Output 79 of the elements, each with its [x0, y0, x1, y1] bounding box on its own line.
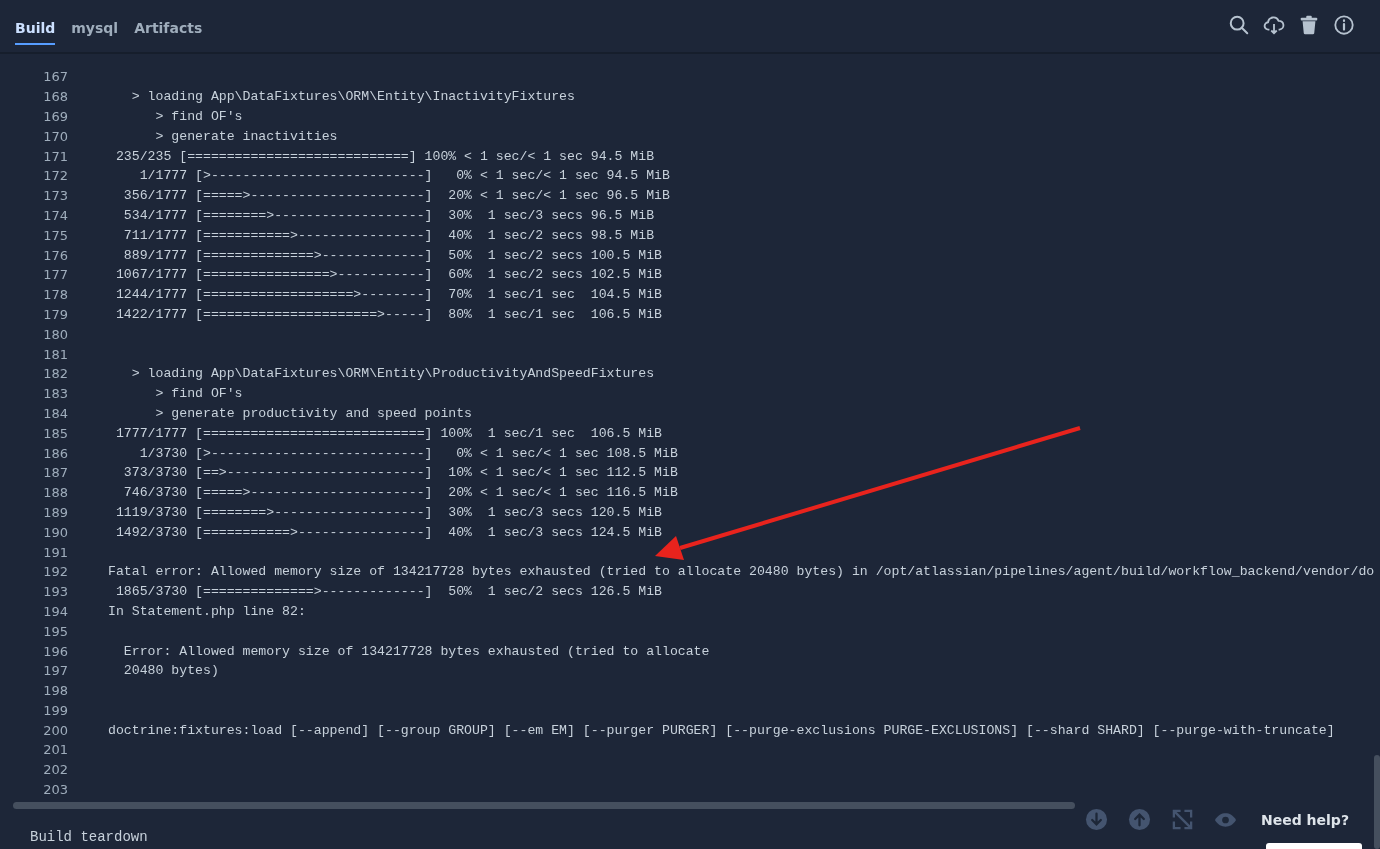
log-text: In Statement.php line 82: [108, 603, 306, 619]
vertical-scrollbar[interactable] [1374, 755, 1380, 849]
line-number: 194 [42, 603, 68, 619]
cloud-download-icon[interactable] [1263, 14, 1285, 36]
log-text: 1865/3730 [==============>-------------] 50% 1 sec/2 secs 126.5 MiB [114, 584, 662, 600]
line-number: 181 [42, 346, 68, 362]
log-text: 1/1777 [>---------------------------] 0% < 1 sec/< 1 sec 94.5 MiB [138, 168, 670, 184]
log-text: > loading App\DataFixtures\ORM\Entity\InactivityFixtures [130, 89, 575, 105]
log-text: 711/1777 [===========>----------------] 40% 1 sec/2 secs 98.5 MiB [122, 227, 655, 243]
line-number: 173 [42, 188, 68, 204]
log-text: > find OF's [154, 386, 243, 402]
line-number: 193 [42, 584, 68, 600]
line-number: 184 [42, 405, 68, 421]
horizontal-scrollbar[interactable] [13, 802, 1075, 809]
log-text: 1244/1777 [===================>--------] 70% 1 sec/1 sec 104.5 MiB [114, 287, 662, 303]
line-number: 198 [42, 683, 68, 699]
line-number: 175 [42, 227, 68, 243]
scroll-up-icon[interactable] [1128, 808, 1151, 831]
log-text: Error: Allowed memory size of 134217728 bytes exhausted (tried to allocate [122, 643, 710, 659]
log-text: 356/1777 [=====>----------------------] 20% < 1 sec/< 1 sec 96.5 MiB [122, 188, 670, 204]
line-number: 167 [42, 69, 68, 85]
line-number: 188 [42, 485, 68, 501]
line-number: 182 [42, 366, 68, 382]
log-text: > find OF's [154, 109, 243, 124]
line-number: 179 [42, 306, 68, 322]
log-text: 534/1777 [========>-------------------] 30% 1 sec/3 secs 96.5 MiB [122, 207, 655, 223]
log-text: 889/1777 [==============>-------------] 50% 1 sec/2 secs 100.5 MiB [122, 247, 662, 263]
log-text: > generate inactivities [154, 128, 338, 144]
line-number: 195 [42, 623, 68, 639]
log-text: 1422/1777 [======================>-----] 80% 1 sec/1 sec 106.5 MiB [114, 306, 662, 322]
eye-icon[interactable] [1214, 811, 1237, 828]
search-icon[interactable] [1228, 14, 1250, 36]
tab[interactable]: mysql [71, 0, 119, 45]
line-number: 191 [42, 544, 68, 560]
tab[interactable]: Artifacts [134, 0, 203, 45]
line-number: 190 [42, 524, 68, 540]
line-number: 186 [42, 445, 68, 461]
line-number: 174 [42, 207, 68, 223]
line-number: 189 [42, 504, 68, 520]
line-number: 187 [42, 465, 68, 481]
line-number: 171 [42, 148, 68, 164]
line-number: 170 [42, 128, 68, 144]
log-text: 1119/3730 [========>-------------------] 30% 1 sec/3 secs 120.5 MiB [114, 504, 662, 520]
log-text: 373/3730 [==>-------------------------] 10% < 1 sec/< 1 sec 112.5 MiB [122, 465, 678, 481]
log-text: 1067/1777 [================>-----------] 60% 1 sec/2 secs 102.5 MiB [114, 267, 662, 283]
line-number: 172 [42, 168, 68, 184]
log-text: Fatal error: Allowed memory size of 134217728 bytes exhausted (tried to allocate 20480 bytes) in /opt/atlassian/pipelines/agent/build/workflow_backend/vendor/do [108, 564, 1375, 580]
line-number: 192 [42, 564, 68, 580]
log-text: 1777/1777 [============================] 100% 1 sec/1 sec 106.5 MiB [114, 425, 662, 441]
log-text: > loading App\DataFixtures\ORM\Entity\ProductivityAndSpeedFixtures [130, 366, 655, 382]
log-text: 1492/3730 [===========>----------------] 40% 1 sec/3 secs 124.5 MiB [114, 524, 662, 540]
help-link[interactable]: Need help? [1261, 811, 1349, 828]
line-number: 199 [42, 702, 68, 718]
log-text: 235/235 [============================] 100% < 1 sec/< 1 sec 94.5 MiB [114, 148, 655, 164]
expand-icon[interactable] [1171, 808, 1194, 831]
line-number: 176 [42, 247, 68, 263]
line-number: 202 [42, 762, 68, 778]
line-number: 183 [42, 386, 68, 402]
section-title: Build teardown [30, 829, 148, 845]
line-number: 177 [42, 267, 68, 283]
info-icon[interactable] [1333, 14, 1355, 36]
log-text: doctrine:fixtures:load [--append] [--group GROUP] [--em EM] [--purger PURGER] [--purge-exclusions PURGE-EXCLUSIONS] [--shard SHARD] [--purge-with-truncate] [108, 722, 1335, 738]
line-number: 185 [42, 425, 68, 441]
log-text: 746/3730 [=====>----------------------] 20% < 1 sec/< 1 sec 116.5 MiB [122, 485, 678, 501]
scroll-down-icon[interactable] [1085, 808, 1108, 831]
line-number: 180 [42, 326, 68, 342]
line-number: 178 [42, 287, 68, 303]
tab[interactable]: Build [15, 0, 56, 45]
line-number: 169 [42, 109, 68, 124]
line-number: 201 [42, 742, 68, 758]
line-number: 203 [42, 782, 68, 798]
trash-icon[interactable] [1298, 14, 1320, 36]
log-text: 1/3730 [>---------------------------] 0% < 1 sec/< 1 sec 108.5 MiB [138, 445, 678, 461]
line-number: 200 [42, 722, 68, 738]
log-text: > generate productivity and speed points [154, 405, 473, 421]
line-number: 197 [42, 663, 68, 679]
log-text: 20480 bytes) [122, 663, 219, 679]
line-number: 196 [42, 643, 68, 659]
line-number: 168 [42, 89, 68, 105]
